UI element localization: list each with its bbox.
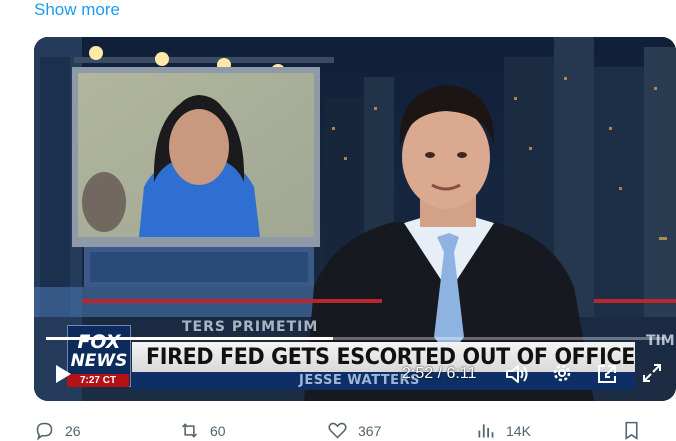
reply-button[interactable]: 26 <box>34 420 81 441</box>
views-count: 14K <box>506 422 531 439</box>
logo-fox-text: FOX <box>77 331 121 353</box>
reply-count: 26 <box>65 422 81 439</box>
clock-tag: 7:27 CT <box>67 374 129 387</box>
play-icon[interactable] <box>52 363 74 385</box>
tweet-action-bar: 26 60 367 14K <box>34 413 676 441</box>
repost-button[interactable]: 60 <box>179 420 226 441</box>
video-progress-fill <box>46 337 333 340</box>
video-timecode: 2:52 / 6:11 <box>402 365 477 382</box>
repost-count: 60 <box>210 422 226 439</box>
video-progress-bar[interactable] <box>46 337 664 340</box>
gear-icon[interactable] <box>551 362 573 384</box>
views-chart-icon <box>478 424 494 438</box>
fullscreen-icon[interactable] <box>641 362 663 384</box>
logo-news-text: NEWS <box>70 351 128 371</box>
video-player[interactable]: TERS PRIMETIM TIM FIRED FED GETS ESCORTE… <box>34 37 676 401</box>
repost-icon <box>181 423 198 438</box>
like-count: 367 <box>358 422 382 439</box>
pip-icon[interactable] <box>596 363 618 385</box>
background-show-label: TERS PRIMETIM <box>182 319 319 335</box>
volume-icon[interactable] <box>505 363 529 385</box>
show-more-link[interactable]: Show more <box>34 0 120 20</box>
like-button[interactable]: 367 <box>327 420 381 441</box>
heart-icon <box>328 422 347 439</box>
bookmark-button[interactable] <box>621 420 652 441</box>
reply-icon <box>36 422 53 441</box>
views-button[interactable]: 14K <box>475 420 531 441</box>
bookmark-icon <box>625 421 638 440</box>
background-show-label-right: TIM <box>646 333 675 349</box>
